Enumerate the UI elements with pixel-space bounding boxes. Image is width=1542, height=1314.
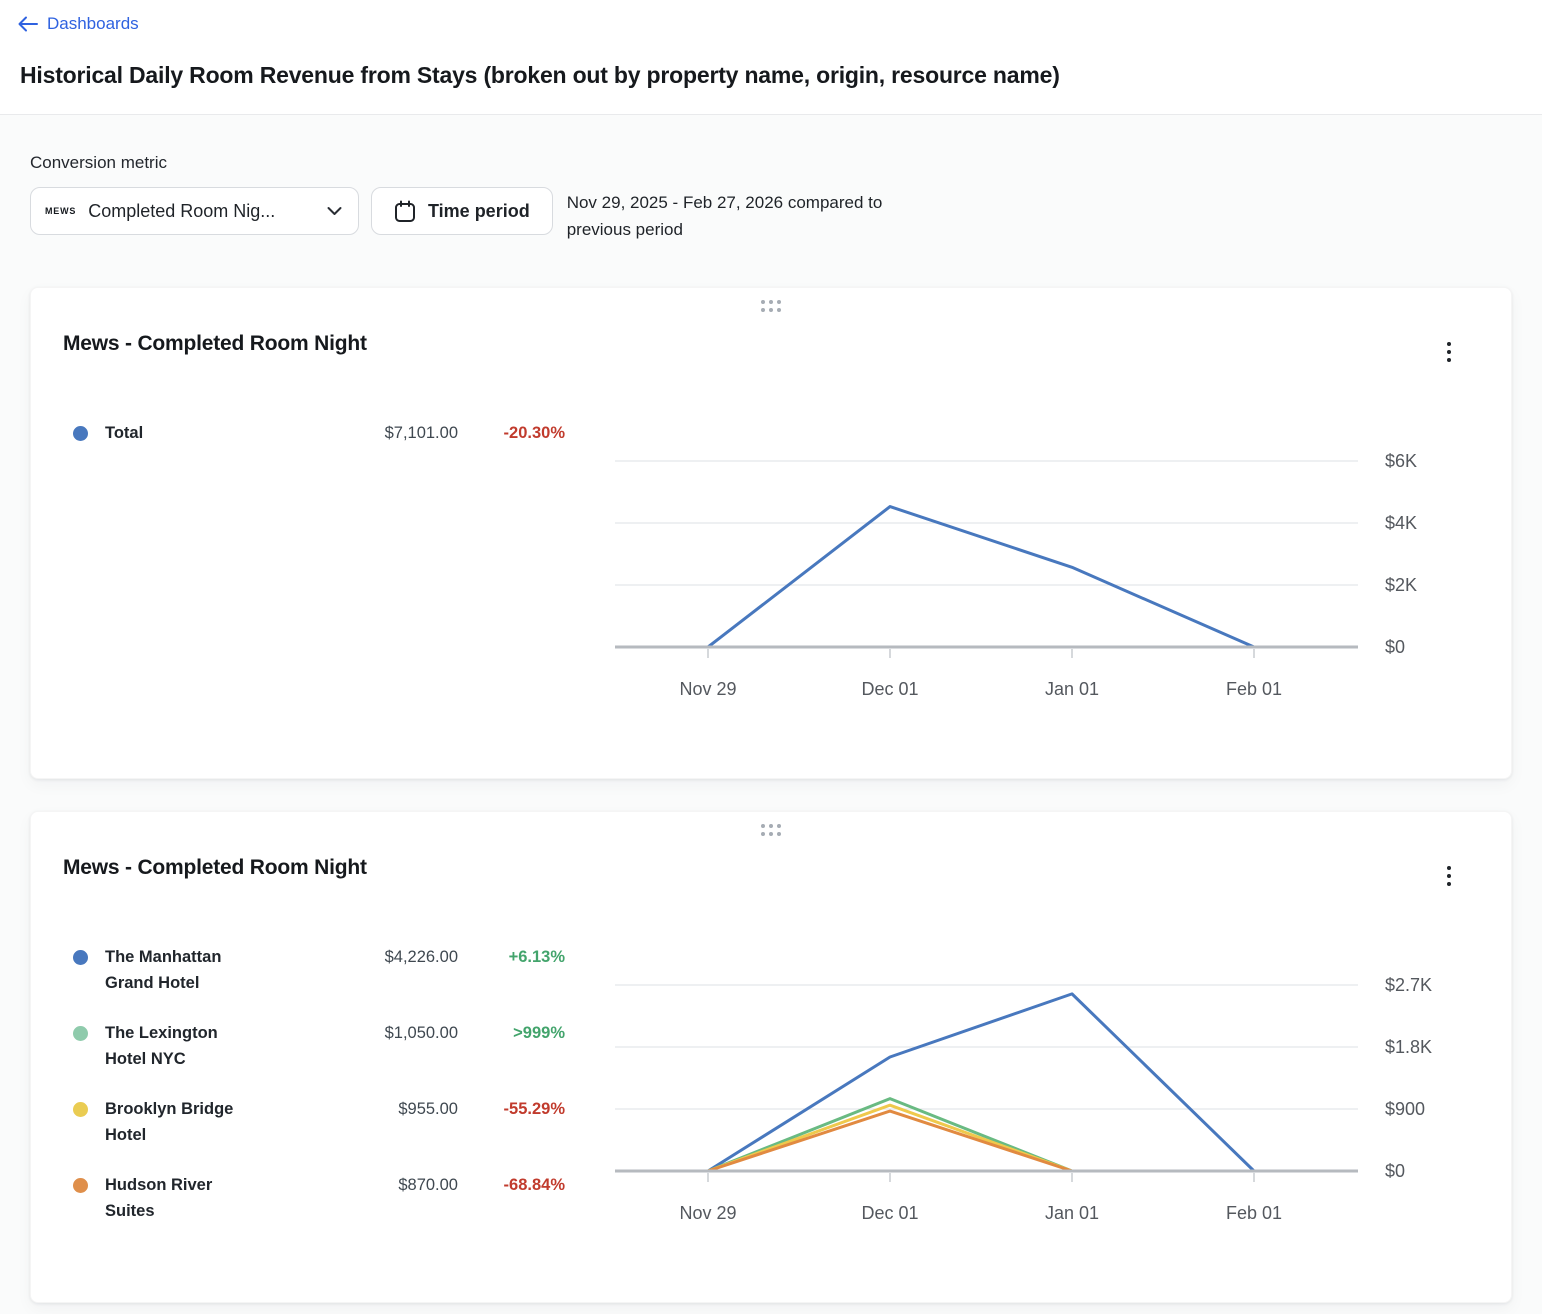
chart-legend: The Manhattan Grand Hotel $4,226.00 +6.1… xyxy=(73,942,583,1246)
svg-text:Jan 01: Jan 01 xyxy=(1045,679,1099,699)
svg-text:Dec 01: Dec 01 xyxy=(861,679,918,699)
series-value: $7,101.00 xyxy=(259,420,458,446)
series-value: $1,050.00 xyxy=(259,1020,458,1046)
svg-text:$4K: $4K xyxy=(1385,513,1417,533)
mews-logo: MEWS xyxy=(45,206,76,216)
kebab-vertical-icon xyxy=(1447,866,1451,870)
series-value: $955.00 xyxy=(259,1096,458,1122)
chevron-down-icon xyxy=(327,206,342,216)
series-name: The Lexington Hotel NYC xyxy=(105,1020,259,1072)
series-name: Brooklyn Bridge Hotel xyxy=(105,1096,259,1148)
series-color-dot xyxy=(73,950,88,965)
date-range-text: Nov 29, 2025 - Feb 27, 2026 compared to … xyxy=(567,189,883,243)
svg-text:$0: $0 xyxy=(1385,1161,1405,1181)
legend-row-hudson-river-suites[interactable]: Hudson River Suites $870.00 -68.84% xyxy=(73,1170,583,1246)
conversion-metric-value: Completed Room Nig... xyxy=(88,201,317,222)
back-link-label: Dashboards xyxy=(47,14,139,34)
series-color-dot xyxy=(73,1102,88,1117)
calendar-icon xyxy=(394,200,416,223)
series-change-badge: -68.84% xyxy=(458,1172,565,1198)
svg-text:$0: $0 xyxy=(1385,637,1405,657)
total-revenue-line-chart: $0 $2K $4K $6K Nov 29 Dec 01 Jan 01 Feb 01 xyxy=(583,427,1467,717)
series-color-dot xyxy=(73,426,88,441)
series-change-badge: -20.30% xyxy=(458,420,565,446)
series-value: $4,226.00 xyxy=(259,944,458,970)
conversion-metric-select[interactable]: MEWS Completed Room Nig... xyxy=(30,187,359,235)
chart-legend: Total $7,101.00 -20.30% xyxy=(73,418,583,468)
chart-card-total: Mews - Completed Room Night Total $7,101… xyxy=(30,287,1512,779)
svg-text:$2K: $2K xyxy=(1385,575,1417,595)
svg-text:$1.8K: $1.8K xyxy=(1385,1037,1432,1057)
svg-text:$900: $900 xyxy=(1385,1099,1425,1119)
series-value: $870.00 xyxy=(259,1172,458,1198)
arrow-left-icon xyxy=(18,16,38,32)
conversion-metric-label: Conversion metric xyxy=(30,153,1512,173)
svg-text:Nov 29: Nov 29 xyxy=(679,1203,736,1223)
property-revenue-line-chart: $0 $900 $1.8K $2.7K Nov 29 Dec 01 Jan 01 Feb 01 xyxy=(583,951,1467,1241)
card-body: Total $7,101.00 -20.30% $0 $2K $4K $6K Nov 2… xyxy=(31,418,1511,717)
legend-row-lexington-hotel-nyc[interactable]: The Lexington Hotel NYC $1,050.00 >999% xyxy=(73,1018,583,1094)
card-title: Mews - Completed Room Night xyxy=(63,332,1511,356)
svg-text:$2.7K: $2.7K xyxy=(1385,975,1432,995)
card-menu-button[interactable] xyxy=(1443,338,1455,366)
svg-text:$6K: $6K xyxy=(1385,451,1417,471)
series-change-badge: +6.13% xyxy=(458,944,565,970)
svg-text:Jan 01: Jan 01 xyxy=(1045,1203,1099,1223)
series-color-dot xyxy=(73,1026,88,1041)
chart-card-by-property: Mews - Completed Room Night The Manhatta… xyxy=(30,811,1512,1303)
card-menu-button[interactable] xyxy=(1443,862,1455,890)
time-period-label: Time period xyxy=(428,201,530,222)
time-period-button[interactable]: Time period xyxy=(371,187,553,235)
grip-dots-icon[interactable] xyxy=(757,820,785,840)
grip-dots-icon[interactable] xyxy=(757,296,785,316)
series-change-badge: >999% xyxy=(458,1020,565,1046)
toolbar: MEWS Completed Room Nig... Time period N… xyxy=(30,187,1512,243)
card-title: Mews - Completed Room Night xyxy=(63,856,1511,880)
series-name: Hudson River Suites xyxy=(105,1172,259,1224)
svg-text:Dec 01: Dec 01 xyxy=(861,1203,918,1223)
back-to-dashboards-link[interactable]: Dashboards xyxy=(18,14,139,34)
svg-text:Feb 01: Feb 01 xyxy=(1226,679,1282,699)
card-body: The Manhattan Grand Hotel $4,226.00 +6.1… xyxy=(31,942,1511,1246)
series-name: The Manhattan Grand Hotel xyxy=(105,944,259,996)
dashboard-content: Conversion metric MEWS Completed Room Ni… xyxy=(0,153,1542,1303)
legend-row-manhattan-grand-hotel[interactable]: The Manhattan Grand Hotel $4,226.00 +6.1… xyxy=(73,942,583,1018)
legend-row-brooklyn-bridge-hotel[interactable]: Brooklyn Bridge Hotel $955.00 -55.29% xyxy=(73,1094,583,1170)
kebab-vertical-icon xyxy=(1447,342,1451,346)
series-color-dot xyxy=(73,1178,88,1193)
svg-text:Feb 01: Feb 01 xyxy=(1226,1203,1282,1223)
series-name: Total xyxy=(105,420,259,446)
page-title: Historical Daily Room Revenue from Stays… xyxy=(20,62,1522,89)
series-change-badge: -55.29% xyxy=(458,1096,565,1122)
svg-text:Nov 29: Nov 29 xyxy=(679,679,736,699)
page-header: Dashboards Historical Daily Room Revenue… xyxy=(0,0,1542,115)
legend-row-total[interactable]: Total $7,101.00 -20.30% xyxy=(73,418,583,468)
